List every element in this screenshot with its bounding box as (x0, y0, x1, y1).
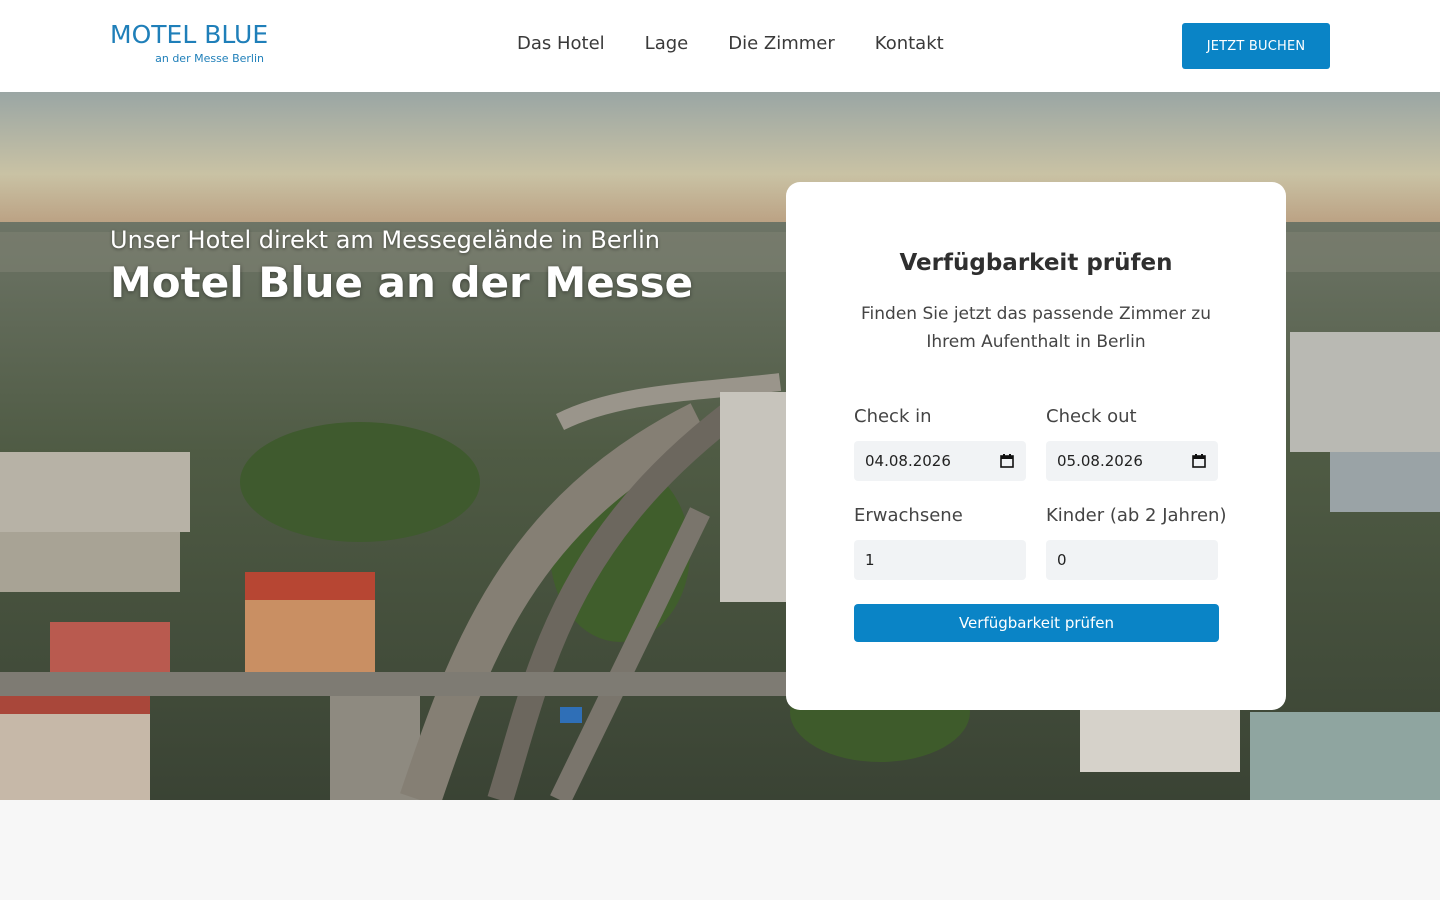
nav-item-kontakt[interactable]: Kontakt (875, 33, 944, 57)
children-value: 0 (1057, 551, 1067, 569)
hero-subtitle: Unser Hotel direkt am Messegelände in Be… (110, 226, 661, 254)
children-field[interactable]: 0 (1046, 540, 1218, 580)
booking-title: Verfügbarkeit prüfen (899, 250, 1173, 276)
adults-field[interactable]: 1 (854, 540, 1026, 580)
nav-item-lage[interactable]: Lage (645, 33, 689, 57)
check-availability-button[interactable]: Verfügbarkeit prüfen (854, 604, 1219, 642)
checkin-value: 04.08.2026 (865, 452, 951, 470)
calendar-icon (1000, 454, 1014, 468)
booking-description: Finden Sie jetzt das passende Zimmer zu … (860, 304, 1211, 352)
checkout-label: Check out (1046, 406, 1137, 427)
children-label: Kinder (ab 2 Jahren) (1046, 505, 1227, 526)
logo[interactable]: MOTEL BLUE an der Messe Berlin (110, 20, 270, 68)
adults-value: 1 (865, 551, 875, 569)
site-header: MOTEL BLUE an der Messe Berlin Das Hotel… (0, 0, 1440, 92)
nav-item-das-hotel[interactable]: Das Hotel (517, 33, 605, 57)
checkin-label: Check in (854, 406, 932, 427)
book-now-button[interactable]: JETZT BUCHEN (1182, 23, 1330, 69)
nav-item-die-zimmer[interactable]: Die Zimmer (728, 33, 835, 57)
checkout-date-field[interactable]: 05.08.2026 (1046, 441, 1218, 481)
checkout-value: 05.08.2026 (1057, 452, 1143, 470)
main-nav: Das Hotel Lage Die Zimmer Kontakt (517, 33, 984, 57)
checkin-date-field[interactable]: 04.08.2026 (854, 441, 1026, 481)
booking-card: Verfügbarkeit prüfen Finden Sie jetzt da… (786, 182, 1286, 710)
adults-label: Erwachsene (854, 505, 963, 526)
logo-subtitle: an der Messe Berlin (155, 52, 264, 65)
logo-title: MOTEL BLUE (110, 20, 269, 49)
calendar-icon (1192, 454, 1206, 468)
hero-title: Motel Blue an der Messe (110, 258, 694, 307)
